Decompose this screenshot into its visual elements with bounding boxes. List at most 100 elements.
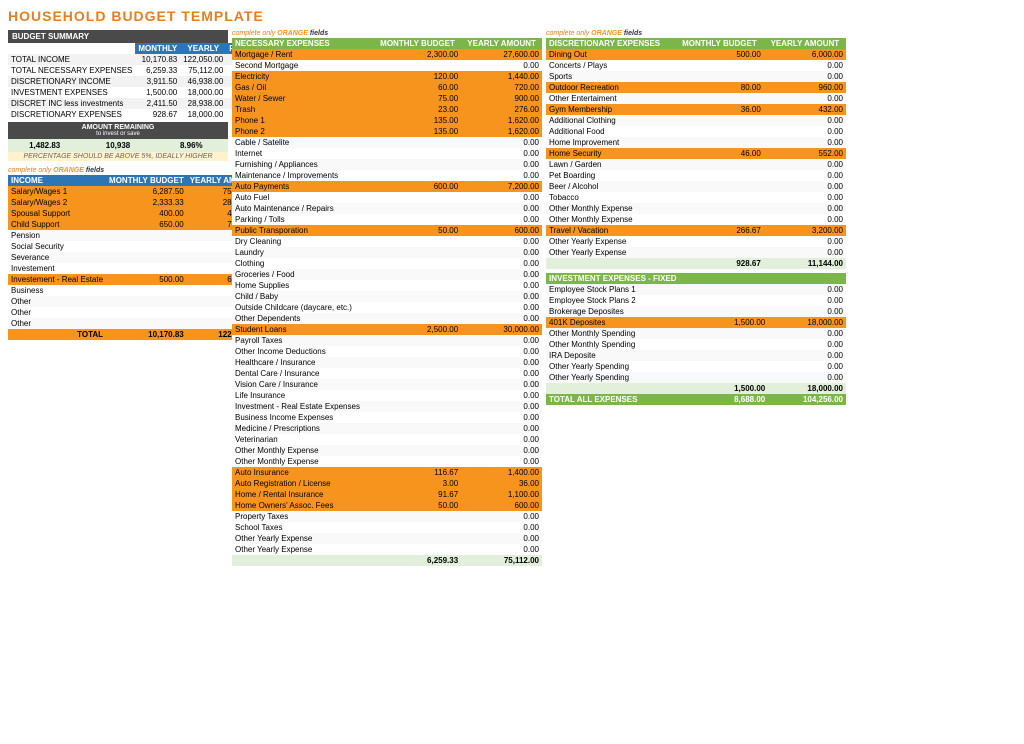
income-label: Salary/Wages 2 [8,197,106,208]
disc-monthly[interactable] [675,93,764,104]
necessary-label: Vision Care / Insurance [232,379,374,390]
inv-monthly[interactable]: 1,500.00 [706,317,769,328]
disc-monthly[interactable] [675,192,764,203]
inv-label: IRA Deposite [546,350,706,361]
necessary-monthly[interactable]: 50.00 [374,225,461,236]
necessary-monthly[interactable] [374,412,461,423]
necessary-monthly[interactable]: 3.00 [374,478,461,489]
income-monthly[interactable] [106,241,187,252]
disc-monthly[interactable] [675,115,764,126]
necessary-monthly[interactable] [374,522,461,533]
disc-monthly[interactable] [675,137,764,148]
summary-label: INVESTMENT EXPENSES [8,87,135,98]
necessary-monthly[interactable]: 2,300.00 [374,49,461,60]
necessary-monthly[interactable] [374,401,461,412]
necessary-monthly[interactable]: 23.00 [374,104,461,115]
necessary-monthly[interactable] [374,456,461,467]
necessary-monthly[interactable]: 2,500.00 [374,324,461,335]
necessary-monthly[interactable]: 116.67 [374,467,461,478]
disc-monthly[interactable]: 500.00 [675,49,764,60]
necessary-monthly[interactable] [374,214,461,225]
inv-monthly[interactable] [706,306,769,317]
inv-monthly[interactable] [706,295,769,306]
inv-monthly[interactable] [706,328,769,339]
necessary-monthly[interactable]: 135.00 [374,126,461,137]
necessary-monthly[interactable] [374,335,461,346]
disc-monthly[interactable] [675,247,764,258]
income-monthly[interactable]: 2,333.33 [106,197,187,208]
necessary-monthly[interactable] [374,533,461,544]
necessary-monthly[interactable] [374,60,461,71]
necessary-monthly[interactable]: 60.00 [374,82,461,93]
inv-monthly[interactable] [706,339,769,350]
necessary-monthly[interactable] [374,280,461,291]
necessary-monthly[interactable] [374,302,461,313]
necessary-monthly[interactable]: 120.00 [374,71,461,82]
necessary-monthly[interactable]: 50.00 [374,500,461,511]
disc-monthly[interactable] [675,203,764,214]
necessary-monthly[interactable] [374,346,461,357]
income-monthly[interactable] [106,296,187,307]
disc-label: Additional Food [546,126,675,137]
disc-monthly[interactable] [675,159,764,170]
disc-monthly[interactable] [675,60,764,71]
necessary-yearly: 0.00 [461,544,542,555]
necessary-label: Auto Maintenance / Repairs [232,203,374,214]
income-monthly[interactable] [106,230,187,241]
income-monthly[interactable] [106,285,187,296]
income-monthly[interactable]: 650.00 [106,219,187,230]
inv-monthly[interactable] [706,350,769,361]
necessary-monthly[interactable] [374,313,461,324]
inv-monthly[interactable] [706,372,769,383]
disc-monthly[interactable] [675,126,764,137]
necessary-label: Furnishing / Appliances [232,159,374,170]
disc-monthly[interactable] [675,214,764,225]
disc-monthly[interactable]: 266.67 [675,225,764,236]
necessary-monthly[interactable] [374,137,461,148]
necessary-monthly[interactable]: 135.00 [374,115,461,126]
disc-monthly[interactable]: 36.00 [675,104,764,115]
necessary-label: Student Loans [232,324,374,335]
necessary-monthly[interactable] [374,357,461,368]
disc-monthly[interactable] [675,181,764,192]
necessary-monthly[interactable] [374,192,461,203]
necessary-monthly[interactable] [374,203,461,214]
necessary-monthly[interactable] [374,434,461,445]
summary-monthly: 1,500.00 [135,87,180,98]
necessary-monthly[interactable] [374,247,461,258]
necessary-monthly[interactable] [374,236,461,247]
necessary-monthly[interactable] [374,544,461,555]
disc-monthly[interactable] [675,71,764,82]
necessary-monthly[interactable] [374,269,461,280]
necessary-monthly[interactable] [374,445,461,456]
necessary-monthly[interactable] [374,390,461,401]
disc-monthly[interactable] [675,170,764,181]
necessary-monthly[interactable] [374,148,461,159]
necessary-monthly[interactable] [374,291,461,302]
income-monthly[interactable] [106,263,187,274]
necessary-monthly[interactable] [374,159,461,170]
necessary-monthly[interactable]: 91.67 [374,489,461,500]
inv-monthly[interactable] [706,284,769,295]
necessary-monthly[interactable] [374,368,461,379]
income-monthly[interactable] [106,252,187,263]
necessary-monthly[interactable] [374,379,461,390]
disc-monthly[interactable]: 80.00 [675,82,764,93]
inv-monthly[interactable] [706,361,769,372]
disc-monthly[interactable]: 46.00 [675,148,764,159]
necessary-monthly[interactable] [374,423,461,434]
disc-yearly: 0.00 [764,137,846,148]
right-column: complete only ORANGE fields DISCRETIONAR… [546,30,846,405]
necessary-monthly[interactable] [374,511,461,522]
discretionary-yearly-header: YEARLY AMOUNT [764,38,846,49]
income-monthly[interactable]: 6,287.50 [106,186,187,197]
necessary-monthly[interactable] [374,258,461,269]
necessary-monthly[interactable] [374,170,461,181]
income-monthly[interactable] [106,318,187,329]
income-monthly[interactable] [106,307,187,318]
disc-monthly[interactable] [675,236,764,247]
necessary-monthly[interactable]: 75.00 [374,93,461,104]
income-monthly[interactable]: 400.00 [106,208,187,219]
necessary-monthly[interactable]: 600.00 [374,181,461,192]
income-monthly[interactable]: 500.00 [106,274,187,285]
